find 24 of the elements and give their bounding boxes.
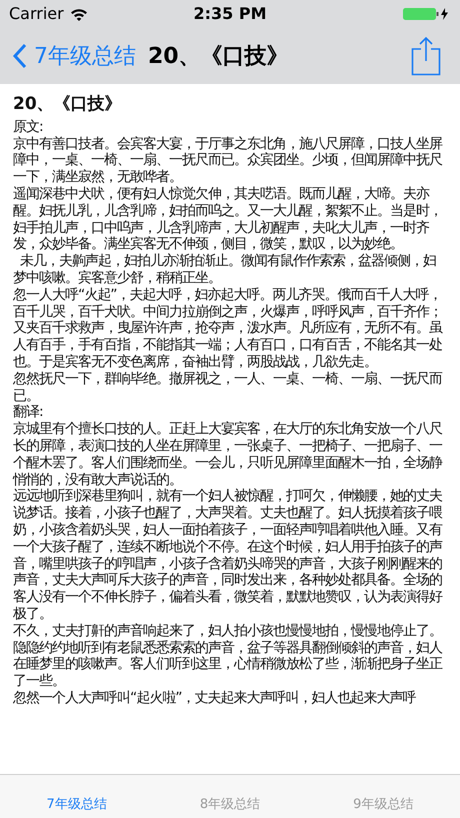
article-title: 20、《口技》 (13, 96, 123, 113)
article-paragraph: 忽一人大呼“火起”，夫起大呼，妇亦起大呼。两儿齐哭。俄而百千人大呼，百千儿哭，百千犬吠。中间力拉崩倒之声，火爆声，呼呼风声，百千齐作；又夹百千求救声，曳屋许许声，抢夺声，泼水声。凡所应有，无所不有。虽人有百手，手有百指，不能指其一端；人有百口，口有百舌，不能名其一处也。于是宾客无不变色离席，奋袖出臂，两股战战，几欲先走。 (13, 286, 444, 371)
tab-item[interactable]: 7年级总结 (0, 794, 154, 814)
carrier-label: Carrier (9, 3, 64, 25)
share-button[interactable] (410, 35, 442, 77)
section-heading: 原文: (13, 118, 44, 136)
tab-item[interactable]: 9年级总结 (306, 794, 460, 814)
share-icon (411, 36, 441, 76)
article-paragraph: 未几，夫齁声起，妇拍儿亦渐拍渐止。微闻有鼠作作索索，盆器倾侧，妇梦中咳嗽。宾客意少舒，稍稍正坐。 (13, 253, 437, 287)
article-paragraph: 忽然抚尺一下，群响毕绝。撤屏视之，一人、一桌、一椅、一扇、一抚尺而已。 (13, 370, 444, 404)
article-paragraph: 京中有善口技者。会宾客大宴，于厅事之东北角，施八尺屏障，口技人坐屏障中，一桌、一椅、一扇、一抚尺而已。众宾团坐。少顷，但闻屏障中抚尺一下，满坐寂然，无敢哗者。 (13, 136, 444, 186)
clock-time: 2:35 PM (194, 3, 266, 25)
chevron-left-icon (12, 43, 28, 69)
section-heading: 翻译: (13, 404, 44, 421)
wifi-icon (70, 8, 88, 20)
article-paragraph: 远远地听到深巷里狗叫，就有一个妇人被惊醒，打呵欠，伸懒腰，她的丈夫说梦话。接着，小孩子也醒了，大声哭着。丈夫也醒了。妇人抚摸着孩子喂奶，小孩含着奶头哭，妇人一面拍着孩子，一面轻声哼唱着哄他入睡。又有一个大孩子醒了，连续不断地说个不停。在这个时候，妇人用手拍孩子的声音，嘴里哄孩子的哼唱声，小孩子含着奶头啼哭的声音，大孩子刚刚醒来的声音，丈夫大声呵斥大孩子的声音，同时发出来，各种妙处都具备。全场的客人没有一个不伸长脖子，偏着头看，微笑着，默默地赞叹，认为表演得好极了。 (13, 488, 444, 623)
battery-icon (403, 8, 451, 20)
article-paragraph: 京城里有个擅长口技的人。正赶上大宴宾客，在大厅的东北角安放一个八尺长的屏障，表演口技的人坐在屏障里，一张桌子、一把椅子、一把扇子、一个醒木罢了。客人们围绕而坐。一会儿，只听见屏障里面醒木一拍，全场静悄悄的，没有敢大声说话的。 (13, 421, 444, 488)
article-paragraph: 不久，丈夫打鼾的声音响起来了，妇人拍小孩也慢慢地拍，慢慢地停止了。隐隐约约地听到有老鼠悉悉索索的声音，盆子等器具翻倒倾斜的声音，妇人在睡梦里的咳嗽声。客人们听到这里，心情稍微放松了些，渐渐把身子坐正了一些。 (13, 622, 444, 690)
back-button[interactable]: 7年级总结 (12, 40, 136, 72)
nav-title: 20、《口技》 (148, 42, 289, 70)
article-paragraph: 遥闻深巷中犬吠，便有妇人惊觉欠伸，其夫呓语。既而儿醒，大啼。夫亦醒。妇抚儿乳，儿含乳啼，妇拍而呜之。又一大儿醒，絮絮不止。当是时，妇手拍儿声，口中呜声，儿含乳啼声，大儿初醒声，夫叱大儿声，一时齐发，众妙毕备。满坐宾客无不伸颈，侧目，微笑，默叹，以为妙绝。 (13, 186, 443, 253)
article-paragraph: 忽然一个人大声呼叫“起火啦”，丈夫起来大声呼叫，妇人也起来大声呼 (13, 690, 417, 707)
tab-item[interactable]: 8年级总结 (153, 794, 307, 814)
